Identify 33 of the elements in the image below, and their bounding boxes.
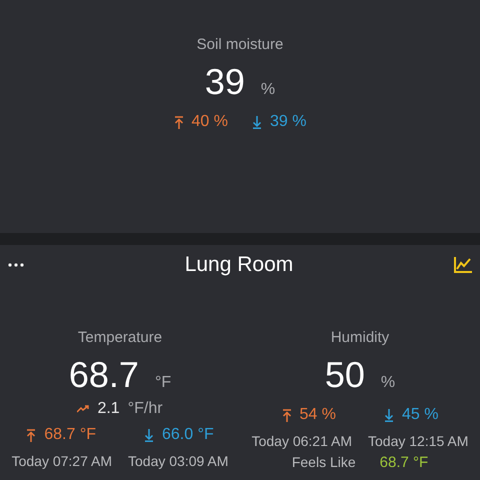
arrow-up-to-bar-icon	[26, 428, 36, 442]
sensor-label: Soil moisture	[196, 36, 284, 54]
time-label: Today 03:09 AM	[128, 452, 228, 471]
arrow-down-to-bar-icon	[144, 428, 154, 442]
reading-value: 50	[324, 355, 365, 395]
time-label: Today 07:27 AM	[12, 452, 112, 471]
sensor-label: Humidity	[330, 329, 390, 347]
arrow-up-to-bar-icon	[282, 408, 292, 422]
low-reading: 39 %	[270, 112, 306, 132]
feels-like-value: 68.7 °F	[380, 453, 428, 473]
low-reading: 45 %	[402, 405, 438, 425]
arrow-up-to-bar-icon	[174, 116, 184, 128]
arrow-down-to-bar-icon	[384, 408, 394, 422]
unit-label: %	[380, 373, 396, 393]
unit-label: %	[260, 80, 276, 100]
reading-value: 68.7	[68, 355, 139, 395]
trend-unit: °F/hr	[128, 399, 163, 419]
sensor-label: Temperature	[76, 329, 164, 347]
reading-value: 39	[204, 62, 245, 102]
feels-like-label: Feels Like	[292, 453, 356, 472]
high-reading: 68.7 °F	[44, 425, 96, 445]
time-label: Today 06:21 AM	[252, 432, 352, 451]
arrow-down-to-bar-icon	[252, 116, 262, 128]
room-title: Lung Room	[184, 252, 294, 278]
high-reading: 54 %	[300, 405, 336, 425]
time-label: Today 12:15 AM	[368, 432, 468, 451]
trend-value: 2.1	[97, 399, 120, 419]
unit-label: °F	[154, 373, 172, 393]
low-reading: 66.0 °F	[162, 425, 214, 445]
trend-up-icon	[77, 405, 90, 413]
line-chart-icon[interactable]	[454, 257, 472, 273]
more-icon[interactable]	[8, 263, 24, 267]
high-reading: 40 %	[192, 112, 228, 132]
